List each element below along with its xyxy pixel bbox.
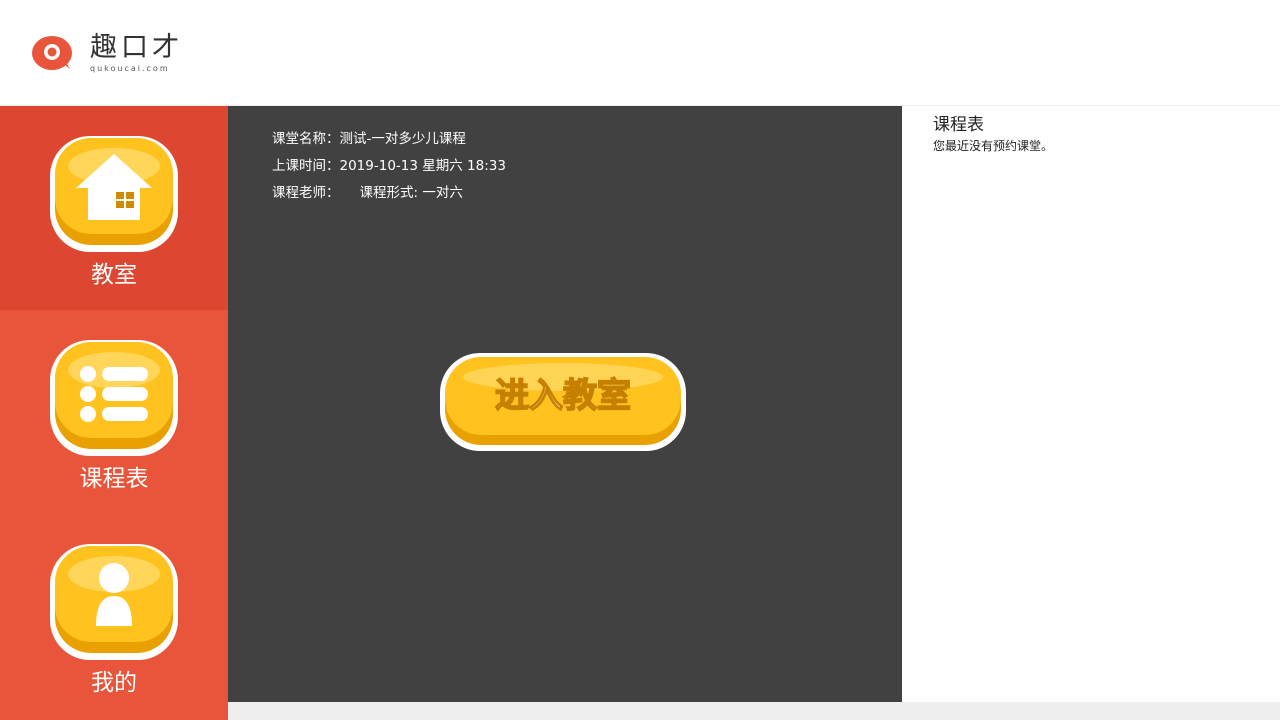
brand-domain: qukoucai.com (90, 63, 170, 73)
brand-name: 趣口才 (90, 31, 183, 63)
class-teacher: 课程老师： (272, 185, 340, 201)
classroom-panel: 课堂名称：测试-一对多少儿课程 上课时间：2019-10-13 星期六 18:3… (228, 106, 902, 702)
enter-classroom-label: 进入教室 (495, 376, 631, 416)
sidebar-item-schedule[interactable]: 课程表 (0, 310, 228, 514)
logo-mark-icon (30, 31, 78, 75)
class-format: 课程形式: 一对六 (359, 185, 463, 201)
sidebar-item-label: 教室 (91, 262, 137, 288)
sidebar-item-label: 我的 (91, 670, 137, 696)
schedule-empty-note: 您最近没有预约课堂。 (933, 139, 1054, 153)
class-info: 课堂名称：测试-一对多少儿课程 上课时间：2019-10-13 星期六 18:3… (272, 126, 506, 207)
sidebar-item-mine[interactable]: 我的 (0, 514, 228, 718)
class-meta: 课程老师： 课程形式: 一对六 (272, 180, 506, 207)
user-icon (46, 538, 182, 664)
class-name: 课堂名称：测试-一对多少儿课程 (272, 131, 466, 147)
brand-logo[interactable]: 趣口才 qukoucai.com (30, 30, 183, 76)
schedule-panel: 课程表 您最近没有预约课堂。 (902, 106, 1280, 702)
class-time: 上课时间：2019-10-13 星期六 18:33 (272, 158, 506, 174)
bottom-strip (228, 702, 1280, 720)
sidebar-item-classroom[interactable]: 教室 (0, 106, 228, 310)
app-header: 趣口才 qukoucai.com (0, 0, 1280, 106)
list-icon (46, 334, 182, 460)
sidebar: 教室 课程表 我的 (0, 106, 228, 720)
home-icon (46, 130, 182, 256)
schedule-title: 课程表 (933, 115, 984, 135)
sidebar-item-label: 课程表 (79, 466, 149, 492)
enter-classroom-button[interactable]: 进入教室 (436, 349, 690, 455)
